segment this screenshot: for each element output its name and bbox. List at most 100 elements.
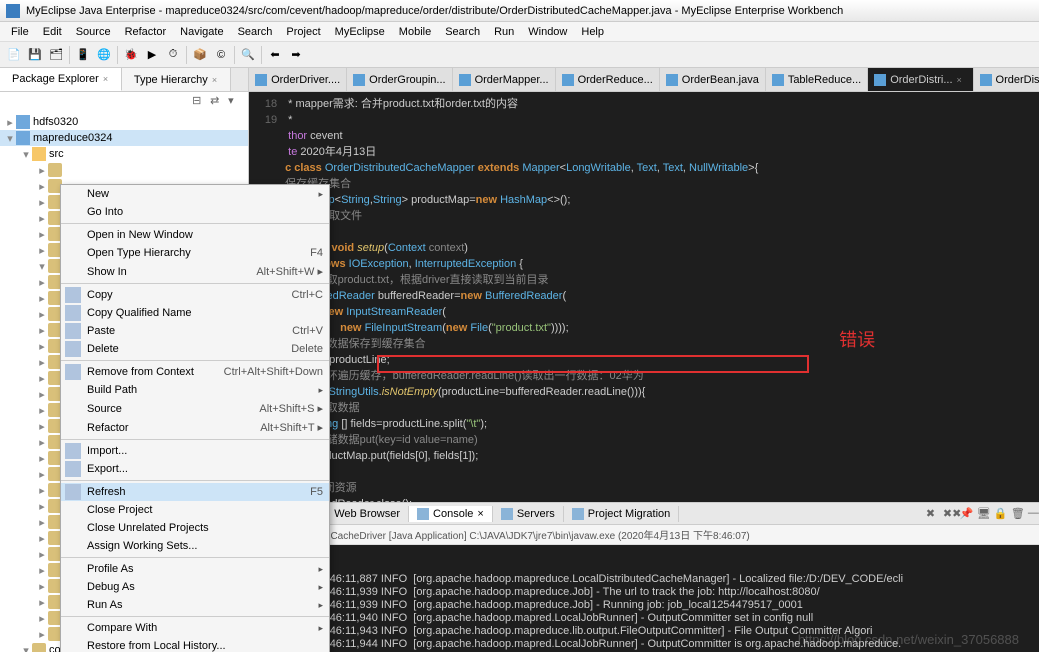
editor-tab[interactable]: OrderReduce... [556, 68, 660, 91]
code-line[interactable]: //截取数据 [249, 400, 1039, 416]
code-line[interactable]: 18 * mapper需求: 合并product.txt和order.txt的内… [249, 96, 1039, 112]
run-icon[interactable]: ▶ [142, 45, 162, 65]
menu-item-refresh[interactable]: RefreshF5 [61, 483, 329, 501]
menu-run[interactable]: Run [487, 24, 521, 40]
editor-tab[interactable]: OrderMapper... [453, 68, 556, 91]
code-line[interactable]: BufferedReader bufferedReader=new Buffer… [249, 288, 1039, 304]
menu-help[interactable]: Help [574, 24, 611, 40]
code-editor[interactable]: 18 * mapper需求: 合并product.txt和order.txt的内… [249, 92, 1039, 502]
menu-item-go-into[interactable]: Go Into [61, 203, 329, 221]
editor-tab[interactable]: OrderGroupin... [347, 68, 452, 91]
menu-item-new[interactable]: New▸ [61, 185, 329, 203]
debug-icon[interactable]: 🐞 [121, 45, 141, 65]
tree-item[interactable]: ▾mapreduce0324 [0, 130, 248, 146]
forward-icon[interactable]: ➡ [286, 45, 306, 65]
scroll-lock-icon[interactable]: 🔒 [994, 507, 1008, 521]
menu-item-import-[interactable]: Import... [61, 442, 329, 460]
menu-item-restore-from-local-history-[interactable]: Restore from Local History... [61, 637, 329, 652]
code-line[interactable]: bufferedReader.close(); [249, 496, 1039, 502]
code-line[interactable]: } [249, 464, 1039, 480]
new-class-icon[interactable]: © [211, 45, 231, 65]
code-line[interactable]: c class OrderDistributedCacheMapper exte… [249, 160, 1039, 176]
editor-tab[interactable]: OrderDriver.... [249, 68, 347, 91]
code-line[interactable]: productMap.put(fields[0], fields[1]); [249, 448, 1039, 464]
code-line[interactable]: // 2.将数据保存到缓存集合 [249, 336, 1039, 352]
code-line[interactable]: rotected void setup(Context context) [249, 240, 1039, 256]
menu-item-show-in[interactable]: Show InAlt+Shift+W ▸ [61, 262, 329, 281]
view-menu-icon[interactable]: ▾ [228, 94, 242, 108]
console-output[interactable]: 2020-04-13 20:46:11,887 INFO [org.apache… [249, 545, 1039, 652]
menu-window[interactable]: Window [521, 24, 574, 40]
menu-refactor[interactable]: Refactor [118, 24, 174, 40]
code-line[interactable]: //4.关闭资源 [249, 480, 1039, 496]
menu-item-open-in-new-window[interactable]: Open in New Window [61, 226, 329, 244]
remove-launch-icon[interactable]: ✖ [926, 507, 940, 521]
tree-item[interactable]: ▸ [0, 162, 248, 178]
link-editor-icon[interactable]: ⇄ [210, 94, 224, 108]
code-line[interactable]: te 2020年4月13日 [249, 144, 1039, 160]
pin-icon[interactable]: 📌 [960, 507, 974, 521]
menu-item-compare-with[interactable]: Compare With▸ [61, 619, 329, 637]
search-icon[interactable]: 🔍 [238, 45, 258, 65]
new-icon[interactable]: 📄 [4, 45, 24, 65]
menu-project[interactable]: Project [279, 24, 327, 40]
code-line[interactable]: String [] fields=productLine.split("\t")… [249, 416, 1039, 432]
code-line[interactable]: //存储数据put(key=id value=name) [249, 432, 1039, 448]
menu-item-debug-as[interactable]: Debug As▸ [61, 578, 329, 596]
close-icon[interactable]: × [212, 75, 222, 85]
editor-tab[interactable]: OrderBean.java [660, 68, 766, 91]
menu-search[interactable]: Search [231, 24, 280, 40]
remove-all-icon[interactable]: ✖✖ [943, 507, 957, 521]
menu-navigate[interactable]: Navigate [173, 24, 230, 40]
code-line[interactable]: throws IOException, InterruptedException… [249, 256, 1039, 272]
menu-item-copy[interactable]: CopyCtrl+C [61, 286, 329, 304]
menu-myeclipse[interactable]: MyEclipse [328, 24, 392, 40]
code-line[interactable]: while(StringUtils.isNotEmpty(productLine… [249, 384, 1039, 400]
code-line[interactable]: verride [249, 224, 1039, 240]
close-icon[interactable]: × [103, 74, 113, 84]
code-line[interactable]: ivate Map<String,String> productMap=new … [249, 192, 1039, 208]
tree-item[interactable]: ▸hdfs0320 [0, 114, 248, 130]
view-tab-package-explorer[interactable]: Package Explorer× [0, 68, 122, 91]
bottom-tab-project-migration[interactable]: Project Migration [564, 506, 680, 522]
menu-item-paste[interactable]: PasteCtrl+V [61, 322, 329, 340]
menu-item-close-project[interactable]: Close Project [61, 501, 329, 519]
browser-icon[interactable]: 🌐 [94, 45, 114, 65]
display-icon[interactable]: 🖥 [977, 507, 991, 521]
menu-item-copy-qualified-name[interactable]: Copy Qualified Name [61, 304, 329, 322]
clear-icon[interactable]: 🗑 [1011, 507, 1025, 521]
menu-edit[interactable]: Edit [36, 24, 69, 40]
menu-item-build-path[interactable]: Build Path▸ [61, 381, 329, 399]
menu-item-source[interactable]: SourceAlt+Shift+S ▸ [61, 399, 329, 418]
code-line[interactable]: new FileInputStream(new File("product.tx… [249, 320, 1039, 336]
code-line[interactable]: // 3.循环遍历缓存，bufferedReader.readLine()读取出… [249, 368, 1039, 384]
code-line[interactable]: 初始化读取文件 [249, 208, 1039, 224]
menu-item-profile-as[interactable]: Profile As▸ [61, 560, 329, 578]
mobile-icon[interactable]: 📱 [73, 45, 93, 65]
menu-item-delete[interactable]: DeleteDelete [61, 340, 329, 358]
menu-file[interactable]: File [4, 24, 36, 40]
menu-item-open-type-hierarchy[interactable]: Open Type HierarchyF4 [61, 244, 329, 262]
menu-item-remove-from-context[interactable]: Remove from ContextCtrl+Alt+Shift+Down [61, 363, 329, 381]
menu-item-export-[interactable]: Export... [61, 460, 329, 478]
code-line[interactable]: 19 * [249, 112, 1039, 128]
close-icon[interactable]: × [477, 508, 483, 520]
tree-item[interactable]: ▾src [0, 146, 248, 162]
code-line[interactable]: String productLine; [249, 352, 1039, 368]
menu-item-close-unrelated-projects[interactable]: Close Unrelated Projects [61, 519, 329, 537]
close-icon[interactable]: × [957, 75, 967, 85]
editor-tab[interactable]: TableReduce... [766, 68, 868, 91]
menu-item-assign-working-sets-[interactable]: Assign Working Sets... [61, 537, 329, 555]
editor-tab[interactable]: OrderDistri...× [868, 68, 973, 91]
code-line[interactable]: // 1.读取product.txt，根据driver直接读取到当前目录 [249, 272, 1039, 288]
save-icon[interactable]: 💾 [25, 45, 45, 65]
bottom-tab-console[interactable]: Console × [409, 506, 493, 522]
menu-source[interactable]: Source [69, 24, 118, 40]
minimize-icon[interactable]: — [1028, 507, 1039, 521]
editor-tab[interactable]: OrderDistri... [974, 68, 1039, 91]
save-all-icon[interactable]: 🗂 [46, 45, 66, 65]
collapse-all-icon[interactable]: ⊟ [192, 94, 206, 108]
view-tab-type-hierarchy[interactable]: Type Hierarchy× [122, 68, 231, 91]
code-line[interactable]: new InputStreamReader( [249, 304, 1039, 320]
menu-item-refactor[interactable]: RefactorAlt+Shift+T ▸ [61, 418, 329, 437]
